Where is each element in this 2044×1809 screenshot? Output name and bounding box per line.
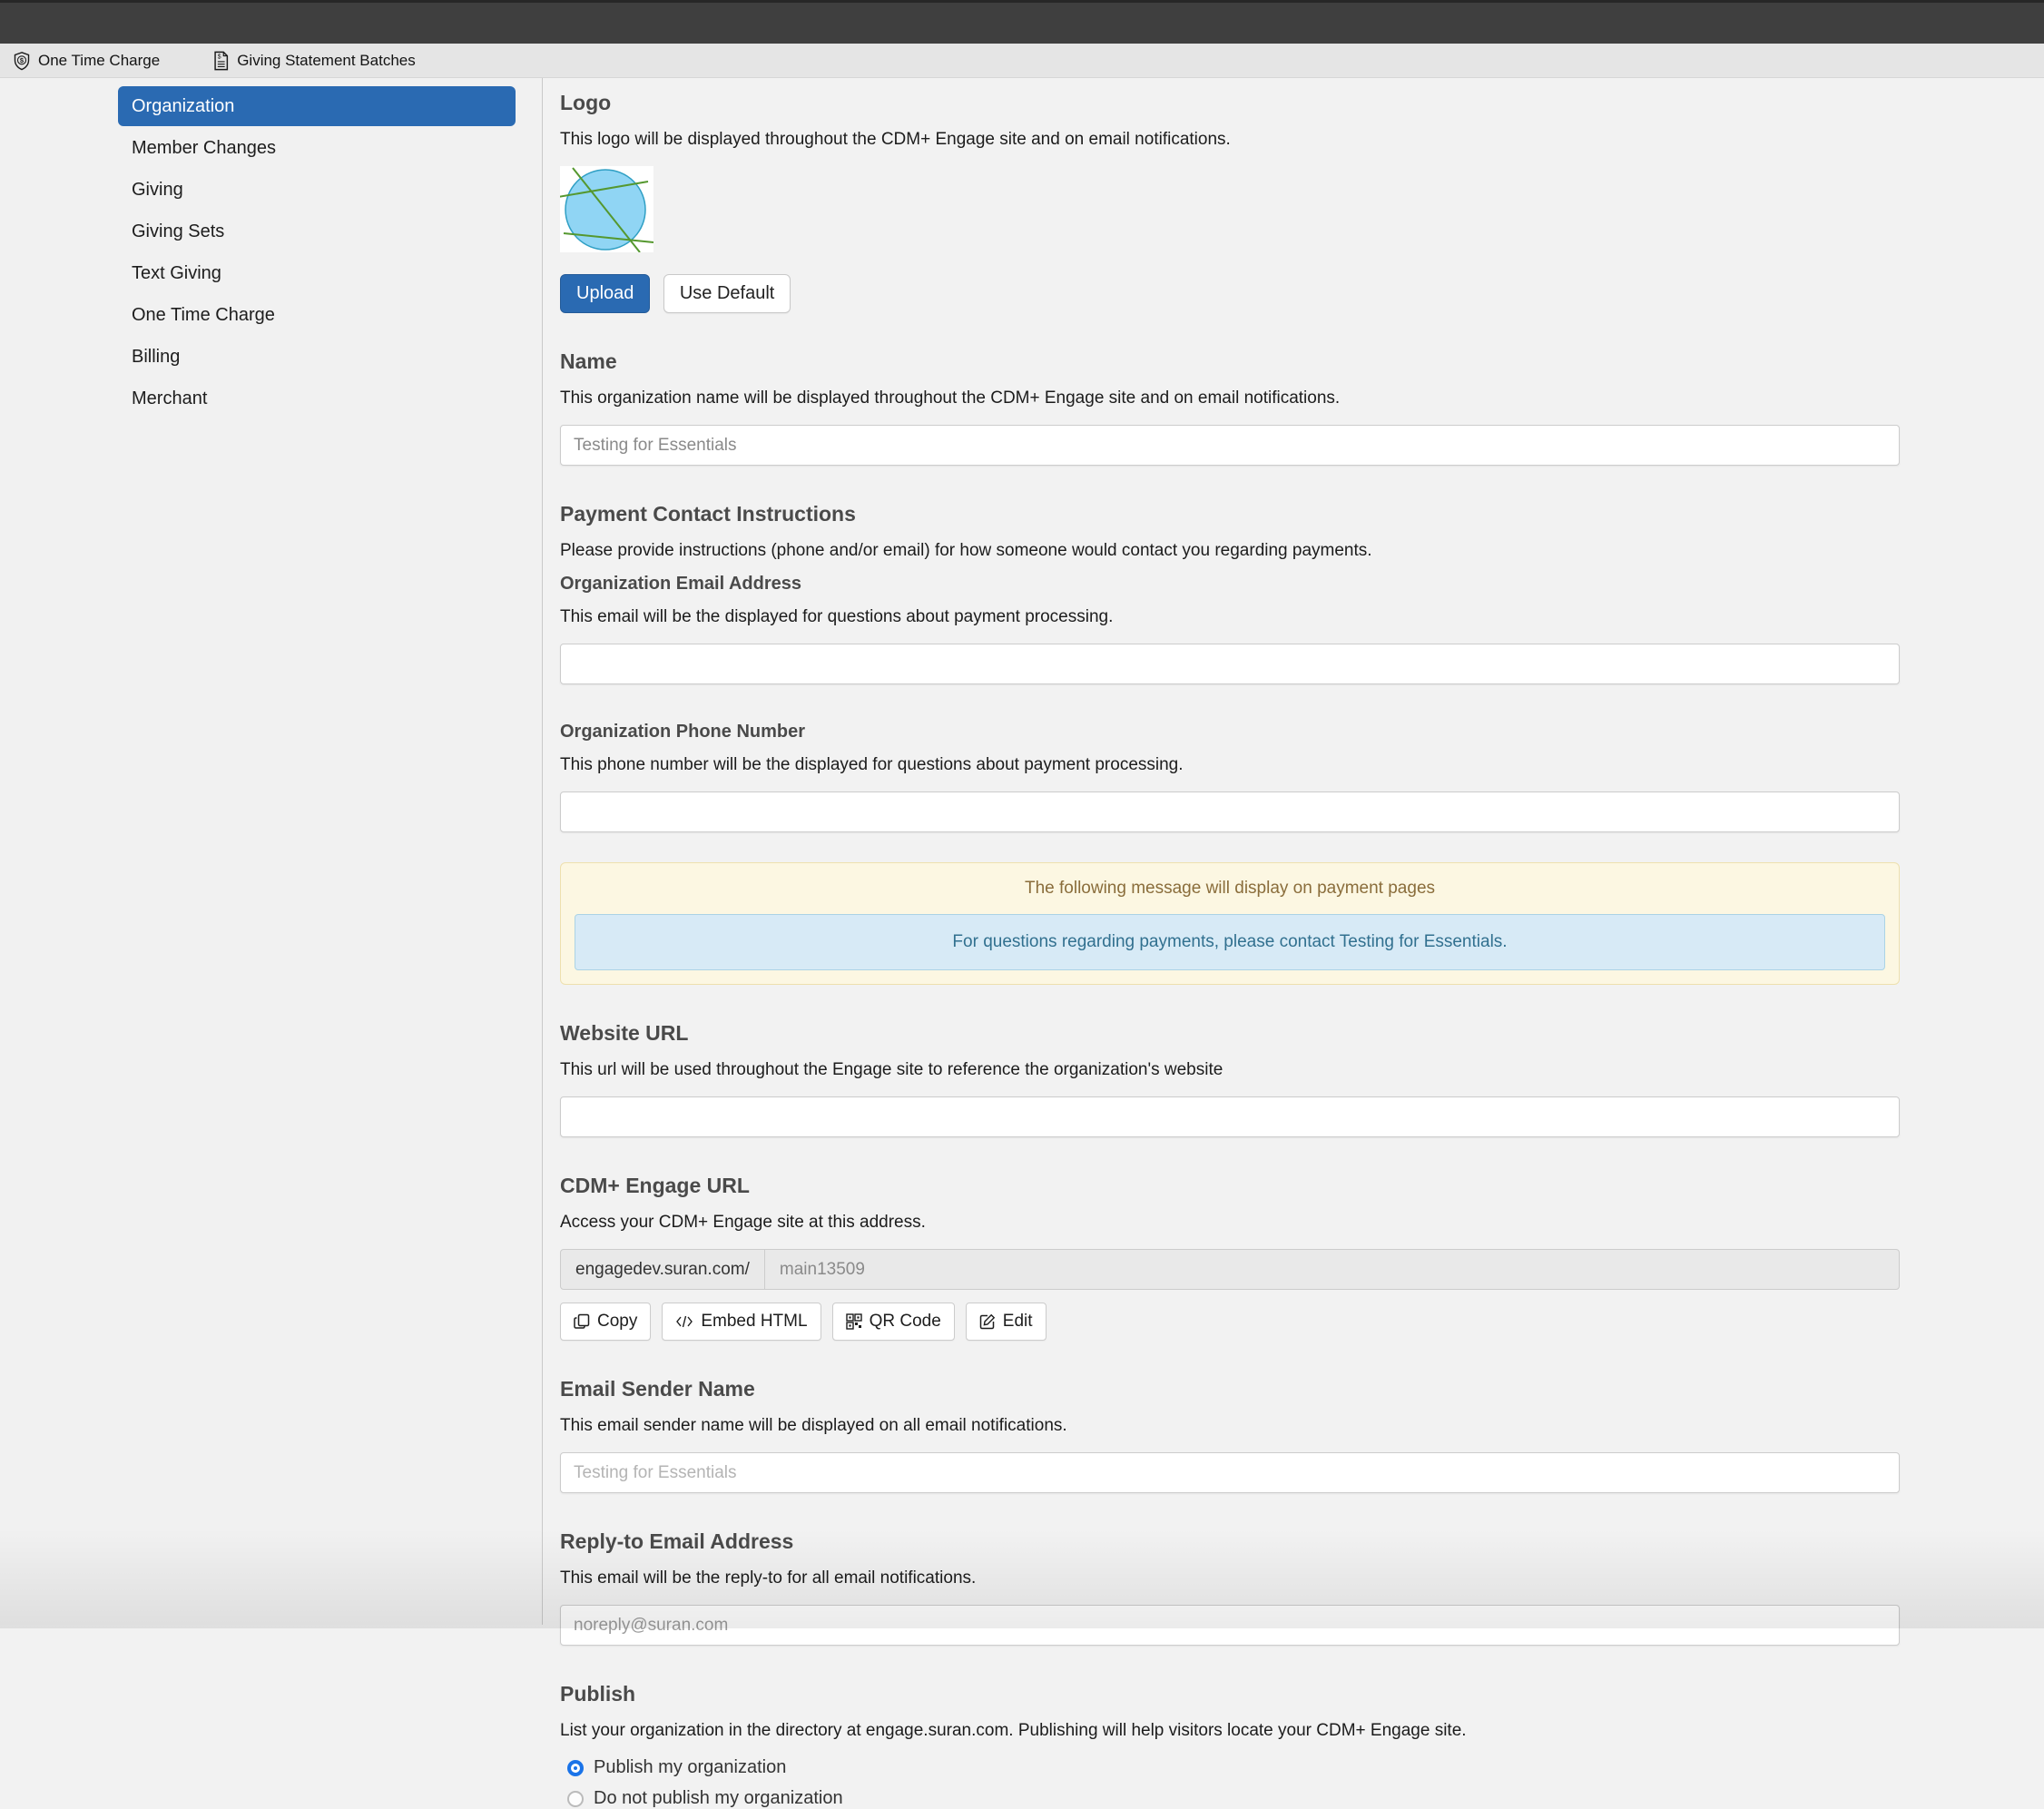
- website-url-input[interactable]: [560, 1096, 1900, 1137]
- organization-phone-heading: Organization Phone Number: [560, 722, 1900, 742]
- website-url-heading: Website URL: [560, 1021, 1900, 1046]
- logo-description: This logo will be displayed throughout t…: [560, 130, 1900, 150]
- statement-document-icon: $: [212, 51, 230, 71]
- publish-description: List your organization in the directory …: [560, 1721, 1900, 1741]
- sidebar-item-label: One Time Charge: [132, 305, 275, 326]
- reply-to-heading: Reply-to Email Address: [560, 1529, 1900, 1554]
- name-section: Name This organization name will be disp…: [560, 349, 1900, 466]
- qr-code-label: QR Code: [870, 1312, 941, 1332]
- toolbar-item-giving-statement-batches[interactable]: $ Giving Statement Batches: [212, 51, 416, 71]
- settings-sidebar: Organization Member Changes Giving Givin…: [0, 78, 543, 1625]
- qr-code-button[interactable]: QR Code: [832, 1303, 955, 1341]
- engage-url-slug-input[interactable]: [765, 1250, 1899, 1289]
- sidebar-item-member-changes[interactable]: Member Changes: [118, 128, 516, 168]
- sidebar-item-organization[interactable]: Organization: [118, 86, 516, 126]
- engage-url-display: engagedev.suran.com/: [560, 1249, 1900, 1290]
- organization-email-input[interactable]: [560, 644, 1900, 684]
- toolbar-item-one-time-charge[interactable]: $ One Time Charge: [13, 51, 160, 71]
- upload-button[interactable]: Upload: [560, 274, 650, 313]
- shield-dollar-icon: $: [13, 51, 31, 71]
- radio-selected-icon[interactable]: [567, 1760, 584, 1776]
- name-description: This organization name will be displayed…: [560, 388, 1900, 408]
- organization-logo-image: [560, 166, 653, 252]
- toolbar: $ One Time Charge $ Giving Statement Bat…: [0, 44, 2044, 78]
- sidebar-item-label: Merchant: [132, 388, 207, 409]
- payment-contact-description: Please provide instructions (phone and/o…: [560, 541, 1900, 561]
- payment-contact-section: Payment Contact Instructions Please prov…: [560, 502, 1900, 985]
- top-window-bar: [0, 0, 2044, 44]
- toolbar-item-label: One Time Charge: [38, 52, 160, 70]
- organization-phone-description: This phone number will be the displayed …: [560, 755, 1900, 775]
- reply-to-description: This email will be the reply-to for all …: [560, 1568, 1900, 1588]
- embed-html-label: Embed HTML: [701, 1312, 807, 1332]
- engage-url-prefix: engagedev.suran.com/: [561, 1250, 765, 1289]
- sidebar-item-one-time-charge[interactable]: One Time Charge: [118, 295, 516, 335]
- payment-message-preview-text: For questions regarding payments, please…: [575, 914, 1885, 970]
- sidebar-item-label: Text Giving: [132, 263, 221, 284]
- edit-pencil-icon: [979, 1313, 996, 1330]
- radio-unselected-icon[interactable]: [567, 1791, 584, 1807]
- sidebar-item-label: Giving Sets: [132, 221, 224, 242]
- name-heading: Name: [560, 349, 1900, 374]
- code-icon: [675, 1314, 693, 1329]
- copy-icon: [574, 1313, 590, 1330]
- organization-email-description: This email will be the displayed for que…: [560, 607, 1900, 627]
- engage-url-description: Access your CDM+ Engage site at this add…: [560, 1213, 1900, 1233]
- publish-option-no-label: Do not publish my organization: [594, 1788, 843, 1809]
- organization-name-input[interactable]: [560, 425, 1900, 466]
- toolbar-item-label: Giving Statement Batches: [237, 52, 416, 70]
- payment-contact-heading: Payment Contact Instructions: [560, 502, 1900, 526]
- website-url-section: Website URL This url will be used throug…: [560, 1021, 1900, 1137]
- use-default-button[interactable]: Use Default: [663, 274, 791, 313]
- copy-url-button[interactable]: Copy: [560, 1303, 651, 1341]
- publish-option-yes[interactable]: Publish my organization: [567, 1757, 1900, 1778]
- svg-text:$: $: [218, 54, 221, 60]
- sidebar-item-giving[interactable]: Giving: [118, 170, 516, 210]
- payment-message-preview-title: The following message will display on pa…: [575, 879, 1885, 899]
- edit-url-label: Edit: [1003, 1312, 1033, 1332]
- organization-email-heading: Organization Email Address: [560, 574, 1900, 595]
- logo-section: Logo This logo will be displayed through…: [560, 91, 1900, 313]
- publish-heading: Publish: [560, 1682, 1900, 1706]
- sidebar-item-label: Member Changes: [132, 138, 276, 159]
- engage-url-section: CDM+ Engage URL Access your CDM+ Engage …: [560, 1174, 1900, 1341]
- reply-to-input[interactable]: [560, 1605, 1900, 1646]
- publish-section: Publish List your organization in the di…: [560, 1682, 1900, 1809]
- publish-option-no[interactable]: Do not publish my organization: [567, 1788, 1900, 1809]
- edit-url-button[interactable]: Edit: [966, 1303, 1047, 1341]
- settings-main-panel: Logo This logo will be displayed through…: [543, 78, 2044, 1625]
- logo-heading: Logo: [560, 91, 1900, 115]
- email-sender-description: This email sender name will be displayed…: [560, 1416, 1900, 1436]
- email-sender-heading: Email Sender Name: [560, 1377, 1900, 1401]
- sidebar-item-billing[interactable]: Billing: [118, 337, 516, 377]
- payment-message-preview-box: The following message will display on pa…: [560, 862, 1900, 985]
- email-sender-input[interactable]: [560, 1452, 1900, 1493]
- sidebar-item-giving-sets[interactable]: Giving Sets: [118, 211, 516, 251]
- engage-url-heading: CDM+ Engage URL: [560, 1174, 1900, 1198]
- website-url-description: This url will be used throughout the Eng…: [560, 1060, 1900, 1080]
- embed-html-button[interactable]: Embed HTML: [662, 1303, 821, 1341]
- publish-option-yes-label: Publish my organization: [594, 1757, 786, 1778]
- sidebar-item-merchant[interactable]: Merchant: [118, 379, 516, 418]
- sidebar-item-label: Organization: [132, 96, 234, 117]
- sidebar-item-text-giving[interactable]: Text Giving: [118, 253, 516, 293]
- organization-phone-input[interactable]: [560, 791, 1900, 832]
- copy-url-label: Copy: [597, 1312, 637, 1332]
- email-sender-section: Email Sender Name This email sender name…: [560, 1377, 1900, 1493]
- sidebar-item-label: Giving: [132, 180, 183, 201]
- sidebar-item-label: Billing: [132, 347, 180, 368]
- qr-code-icon: [846, 1313, 862, 1330]
